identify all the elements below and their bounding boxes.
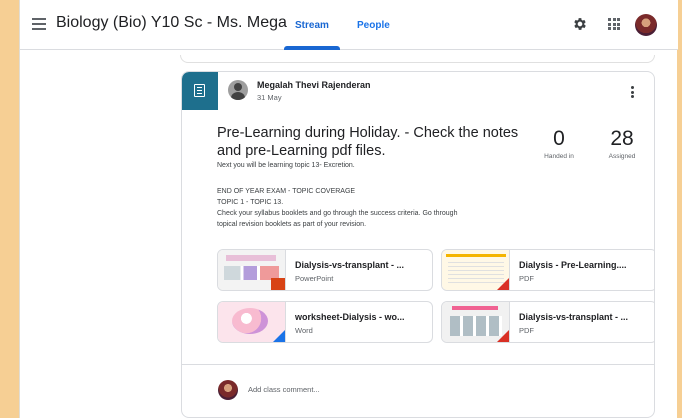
assigned-label: Assigned (608, 153, 636, 160)
assignment-post-card: Megalah Thevi Rajenderan 31 May Pre-Lear… (181, 71, 655, 418)
attachment-type: Word (295, 326, 313, 335)
apps-grid-icon[interactable] (608, 18, 620, 30)
more-options-icon[interactable] (627, 86, 637, 100)
attachment-type: PDF (519, 274, 534, 283)
attachment-card[interactable]: Dialysis-vs-transplant - ... PDF (441, 301, 654, 343)
attachment-thumbnail (218, 250, 286, 290)
gear-icon[interactable] (572, 16, 588, 32)
attachment-thumbnail (442, 250, 510, 290)
attachment-name: worksheet-Dialysis - wo... (295, 312, 405, 322)
tab-people[interactable]: People (357, 20, 390, 31)
handed-in-label: Handed in (544, 153, 574, 160)
author-avatar (228, 80, 248, 100)
attachment-name: Dialysis - Pre-Learning.... (519, 260, 627, 270)
class-comment-input[interactable]: Add class comment... (248, 385, 320, 394)
menu-icon[interactable] (32, 18, 46, 30)
classroom-window: Biology (Bio) Y10 Sc - Ms. Mega Stream P… (19, 0, 678, 418)
attachment-thumbnail (218, 302, 286, 342)
active-tab-indicator (284, 46, 340, 50)
handed-in-stat[interactable]: 0 Handed in (537, 127, 581, 160)
account-avatar[interactable] (635, 14, 657, 36)
post-body-line: TOPIC 1 - TOPIC 13. (217, 199, 284, 206)
attachment-card[interactable]: Dialysis-vs-transplant - ... PowerPoint (217, 249, 433, 291)
assigned-stat[interactable]: 28 Assigned (600, 127, 644, 160)
assignment-badge (182, 72, 218, 110)
author-name: Megalah Thevi Rajenderan (257, 80, 371, 90)
handed-in-count: 0 (553, 127, 565, 150)
attachment-name: Dialysis-vs-transplant - ... (519, 312, 629, 322)
post-title[interactable]: Pre-Learning during Holiday. - Check the… (217, 124, 532, 160)
attachment-card[interactable]: worksheet-Dialysis - wo... Word (217, 301, 433, 343)
post-body: END OF YEAR EXAM - TOPIC COVERAGE TOPIC … (217, 186, 527, 230)
attachment-card[interactable]: Dialysis - Pre-Learning.... PDF (441, 249, 654, 291)
previous-post-edge (180, 55, 655, 63)
post-subtitle: Next you will be learning topic 13- Excr… (217, 162, 355, 169)
post-date: 31 May (257, 93, 282, 102)
attachment-type: PDF (519, 326, 534, 335)
tab-stream[interactable]: Stream (295, 20, 329, 31)
attachment-name: Dialysis-vs-transplant - ... (295, 260, 405, 270)
post-body-line: topical revision booklets as part of you… (217, 221, 367, 228)
assignment-icon (194, 84, 205, 97)
attachment-thumbnail (442, 302, 510, 342)
commenter-avatar (218, 380, 238, 400)
post-body-line: END OF YEAR EXAM - TOPIC COVERAGE (217, 188, 356, 195)
top-app-bar: Biology (Bio) Y10 Sc - Ms. Mega Stream P… (20, 0, 678, 50)
comment-divider (182, 364, 654, 365)
attachment-type: PowerPoint (295, 274, 334, 283)
post-body-line: Check your syllabus booklets and go thro… (217, 210, 458, 217)
class-title[interactable]: Biology (Bio) Y10 Sc - Ms. Mega (56, 14, 287, 32)
assigned-count: 28 (610, 127, 634, 150)
